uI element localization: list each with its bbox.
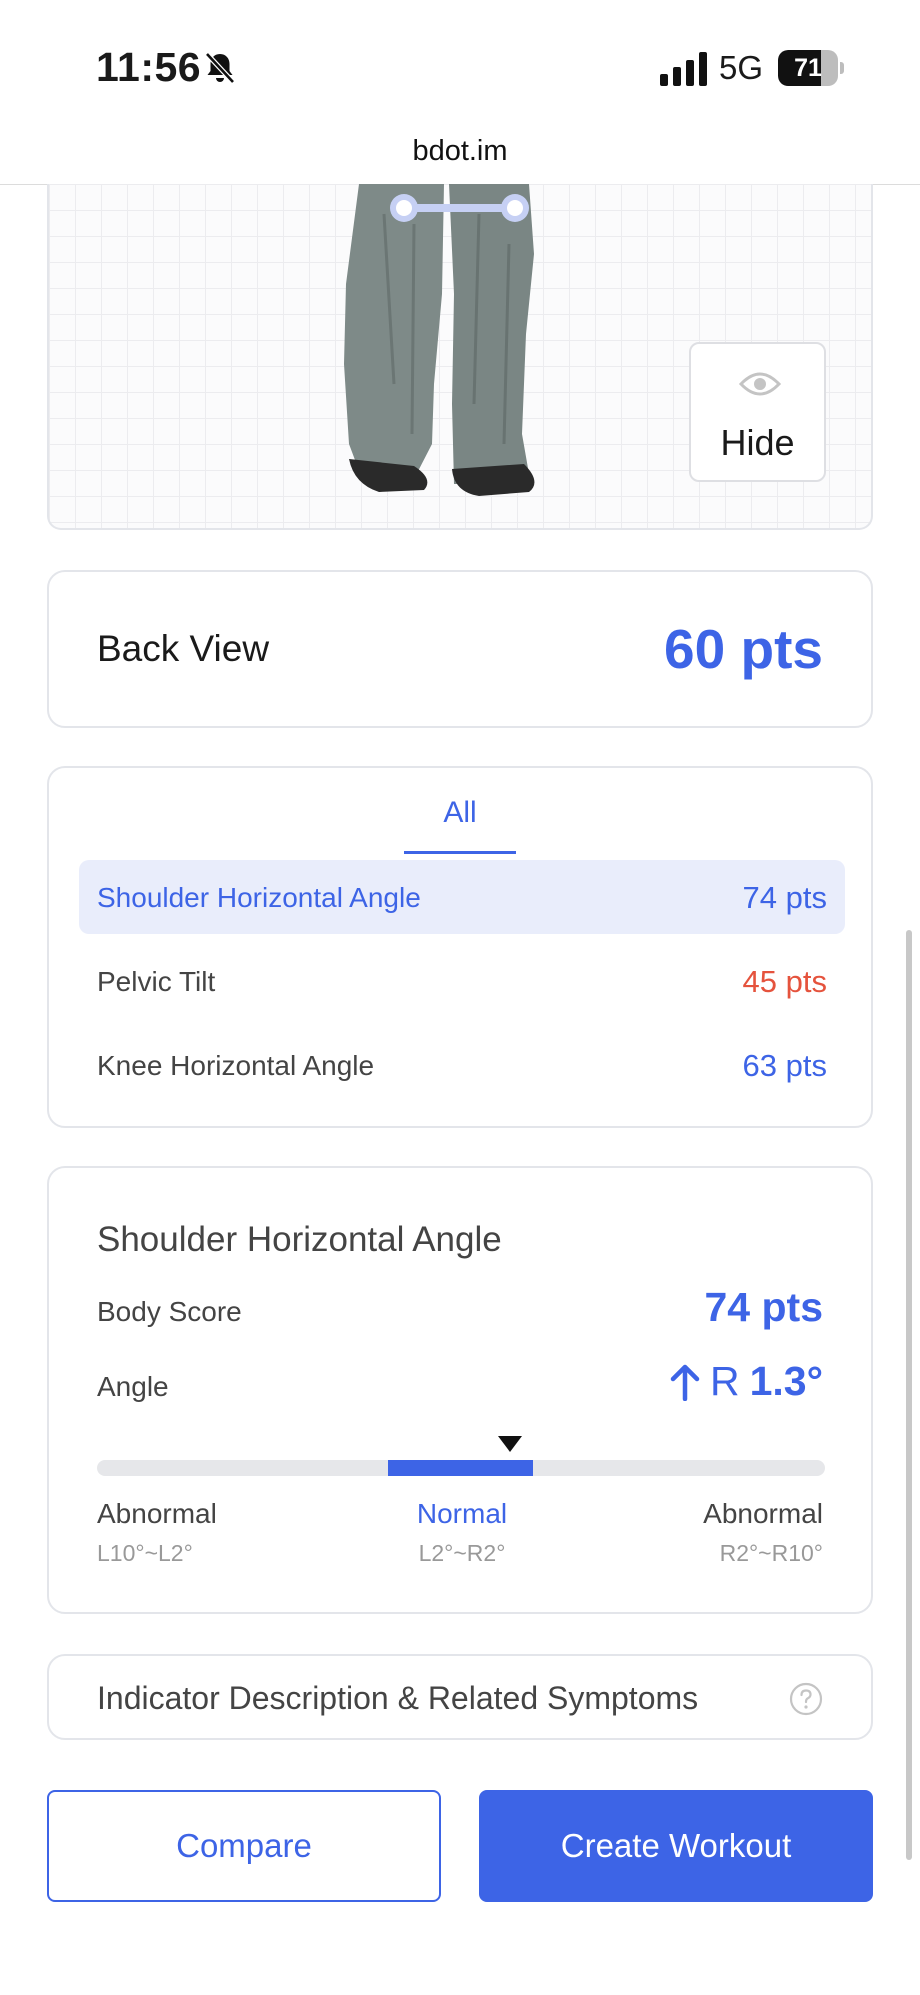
battery-percent: 71 xyxy=(794,54,822,82)
indicator-description-row[interactable]: Indicator Description & Related Symptoms xyxy=(47,1654,873,1740)
view-score-card: Back View 60 pts xyxy=(47,570,873,728)
person-legs-image xyxy=(344,184,535,496)
signal-bars-icon xyxy=(660,52,707,86)
metric-row-knee-horizontal-angle[interactable]: Knee Horizontal Angle 63 pts xyxy=(79,1028,845,1102)
view-title: Back View xyxy=(97,628,270,669)
body-score-label: Body Score xyxy=(97,1296,242,1327)
help-circle-icon[interactable] xyxy=(789,1682,823,1716)
metric-name: Knee Horizontal Angle xyxy=(97,1050,375,1081)
status-time: 11:56 xyxy=(96,44,202,90)
range-right-values: R2°~R10° xyxy=(719,1540,823,1566)
create-workout-button[interactable]: Create Workout xyxy=(479,1790,873,1902)
hide-label: Hide xyxy=(720,422,795,463)
eye-icon xyxy=(739,372,781,396)
posture-photo-card: Hide xyxy=(47,184,873,530)
view-score: 60 pts xyxy=(664,618,823,680)
metric-score: 63 pts xyxy=(742,1048,827,1083)
tab-all-label: All xyxy=(443,796,477,829)
range-right-name: Abnormal xyxy=(703,1498,823,1529)
hide-overlay-button[interactable]: Hide xyxy=(689,342,826,482)
tab-underline xyxy=(404,851,516,854)
metric-score: 74 pts xyxy=(742,880,827,915)
tab-all[interactable]: All xyxy=(404,796,516,854)
body-score-value: 74 pts xyxy=(704,1284,824,1330)
metric-row-pelvic-tilt[interactable]: Pelvic Tilt 45 pts xyxy=(79,944,845,1018)
page: 11:56 5G 71 bdot.im Hide Back View 60 pt… xyxy=(0,0,920,1995)
battery-icon: 71 xyxy=(778,50,844,86)
metrics-card: All Shoulder Horizontal Angle 74 pts Pel… xyxy=(47,766,873,1128)
metric-score: 45 pts xyxy=(742,964,827,999)
normal-range-segment xyxy=(388,1460,533,1476)
metric-name: Pelvic Tilt xyxy=(97,966,216,997)
range-marker-icon xyxy=(498,1436,522,1452)
network-type: 5G xyxy=(719,49,764,86)
metric-row-shoulder-horizontal-angle[interactable]: Shoulder Horizontal Angle 74 pts xyxy=(79,860,845,934)
arrow-up-icon xyxy=(670,1364,700,1401)
indicator-label: Indicator Description & Related Symptoms xyxy=(97,1680,699,1716)
page-scrollbar[interactable] xyxy=(906,930,912,1860)
metric-name: Shoulder Horizontal Angle xyxy=(97,882,421,913)
bell-slash-icon xyxy=(205,52,235,84)
browser-url[interactable]: bdot.im xyxy=(0,135,920,168)
angle-degrees: 1.3° xyxy=(749,1358,823,1404)
angle-range-bar xyxy=(97,1460,825,1476)
detail-title: Shoulder Horizontal Angle xyxy=(97,1220,502,1259)
angle-side: R xyxy=(709,1358,740,1404)
status-bar: 11:56 5G 71 bdot.im xyxy=(0,0,920,167)
angle-label: Angle xyxy=(97,1371,169,1402)
angle-value: R 1.3° xyxy=(670,1358,823,1405)
metric-detail-card: Shoulder Horizontal Angle Body Score 74 … xyxy=(47,1166,873,1614)
compare-button[interactable]: Compare xyxy=(47,1790,441,1902)
